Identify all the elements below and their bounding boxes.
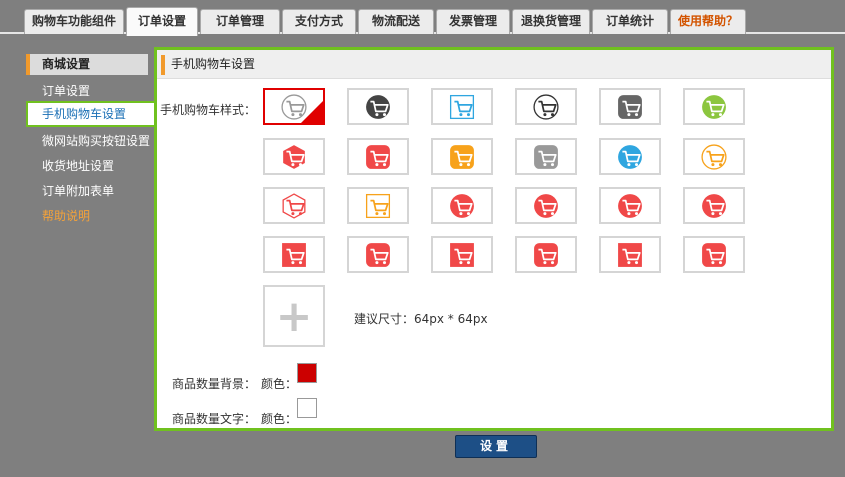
cart-style-option[interactable] xyxy=(515,236,577,273)
cart-style-option[interactable] xyxy=(431,187,493,224)
sidebar-item-mobile-cart-settings[interactable]: 手机购物车设置 xyxy=(26,101,164,127)
cart-red-circle-icon-4 xyxy=(701,193,727,219)
cart-style-option[interactable] xyxy=(683,138,745,175)
cart-style-option[interactable] xyxy=(347,187,409,224)
cart-style-option[interactable] xyxy=(599,236,661,273)
cart-red-rounded-icon-1 xyxy=(365,242,391,268)
sidebar-item-microsite-buy-button[interactable]: 微网站购买按钮设置 xyxy=(42,130,150,152)
cart-style-option[interactable] xyxy=(431,138,493,175)
cart-blue-circle-icon xyxy=(617,144,643,170)
panel-header: 手机购物车设置 xyxy=(157,50,831,79)
count-bg-color-label: 颜色： xyxy=(261,377,298,391)
top-tab-bar: 购物车功能组件 订单设置 订单管理 支付方式 物流配送 发票管理 退换货管理 订… xyxy=(0,0,845,36)
tab-returns-management[interactable]: 退换货管理 xyxy=(512,9,590,34)
tab-order-statistics[interactable]: 订单统计 xyxy=(592,9,668,34)
tab-cart-components[interactable]: 购物车功能组件 xyxy=(24,9,124,34)
cart-green-circle-icon xyxy=(701,94,727,120)
cart-style-option[interactable] xyxy=(431,236,493,273)
cart-style-option[interactable] xyxy=(263,187,325,224)
cart-style-option[interactable] xyxy=(599,187,661,224)
set-button[interactable]: 设置 xyxy=(455,435,537,458)
cart-red-square-icon-3 xyxy=(617,242,643,268)
sidebar-item-help[interactable]: 帮助说明 xyxy=(42,205,90,227)
cart-style-option[interactable] xyxy=(347,88,409,125)
cart-style-option[interactable] xyxy=(515,88,577,125)
cart-style-option[interactable] xyxy=(599,88,661,125)
cart-red-square-icon-2 xyxy=(449,242,475,268)
cart-outline-gray-circle-icon xyxy=(281,93,307,120)
cart-style-option[interactable] xyxy=(263,88,325,125)
sidebar-item-shipping-address[interactable]: 收货地址设置 xyxy=(42,155,114,177)
count-text-label: 商品数量文字： xyxy=(172,412,257,426)
cart-style-option[interactable] xyxy=(431,88,493,125)
basket-red-outline-hexagon-icon xyxy=(281,192,307,219)
sidebar-item-order-extra-form[interactable]: 订单附加表单 xyxy=(42,180,114,202)
cart-red-circle-icon-3 xyxy=(617,193,643,219)
tab-payment-methods[interactable]: 支付方式 xyxy=(282,9,356,34)
cart-style-option[interactable] xyxy=(515,138,577,175)
cart-dark-circle-icon xyxy=(365,94,391,120)
cart-style-label: 手机购物车样式： xyxy=(160,103,257,117)
cart-orange-outline-circle-icon xyxy=(701,143,727,170)
cart-style-option[interactable] xyxy=(263,138,325,175)
tab-order-settings[interactable]: 订单设置 xyxy=(126,7,198,36)
cart-style-option[interactable] xyxy=(347,138,409,175)
tab-logistics[interactable]: 物流配送 xyxy=(358,9,434,34)
sidebar-header: 商城设置 xyxy=(26,54,148,75)
cart-style-option[interactable] xyxy=(263,236,325,273)
cart-red-rounded-icon-3 xyxy=(701,242,727,268)
cart-black-outline-circle-icon xyxy=(533,93,559,120)
tab-order-management[interactable]: 订单管理 xyxy=(200,9,280,34)
plus-icon: + xyxy=(275,290,313,342)
count-bg-color-swatch[interactable] xyxy=(297,363,317,383)
mobile-cart-settings-panel: 手机购物车设置 手机购物车样式： + 建议尺寸：64px * 64px 商品数量… xyxy=(154,47,834,431)
panel-header-accent xyxy=(161,55,165,75)
size-hint: 建议尺寸：64px * 64px xyxy=(354,312,488,326)
tab-invoice-management[interactable]: 发票管理 xyxy=(436,9,510,34)
count-text-color-label: 颜色： xyxy=(261,412,298,426)
cart-red-rounded-icon-2 xyxy=(533,242,559,268)
sidebar-item-order-settings[interactable]: 订单设置 xyxy=(42,80,90,102)
cart-red-square-icon-1 xyxy=(281,242,307,268)
cart-blue-outline-square-icon xyxy=(449,94,475,120)
tab-help[interactable]: 使用帮助？ xyxy=(670,9,746,34)
cart-red-circle-icon-2 xyxy=(533,193,559,219)
cart-style-option[interactable] xyxy=(347,236,409,273)
count-text-color-swatch[interactable] xyxy=(297,398,317,418)
sidebar: 商城设置 订单设置 手机购物车设置 微网站购买按钮设置 收货地址设置 订单附加表… xyxy=(0,36,164,477)
cart-gray-square-icon xyxy=(617,94,643,120)
cart-gray-rounded-icon xyxy=(533,144,559,170)
cart-orange-square-icon xyxy=(449,144,475,170)
basket-red-rounded-icon xyxy=(365,144,391,170)
basket-red-hexagon-icon xyxy=(281,144,307,170)
cart-style-option[interactable] xyxy=(683,88,745,125)
panel-title: 手机购物车设置 xyxy=(171,57,256,71)
cart-red-circle-icon-1 xyxy=(449,193,475,219)
cart-orange-outline-square-icon xyxy=(365,193,391,219)
cart-style-option[interactable] xyxy=(599,138,661,175)
count-bg-label: 商品数量背景： xyxy=(172,377,257,391)
cart-style-option[interactable] xyxy=(683,236,745,273)
cart-style-option[interactable] xyxy=(683,187,745,224)
upload-custom-icon-button[interactable]: + xyxy=(263,285,325,347)
cart-style-option[interactable] xyxy=(515,187,577,224)
